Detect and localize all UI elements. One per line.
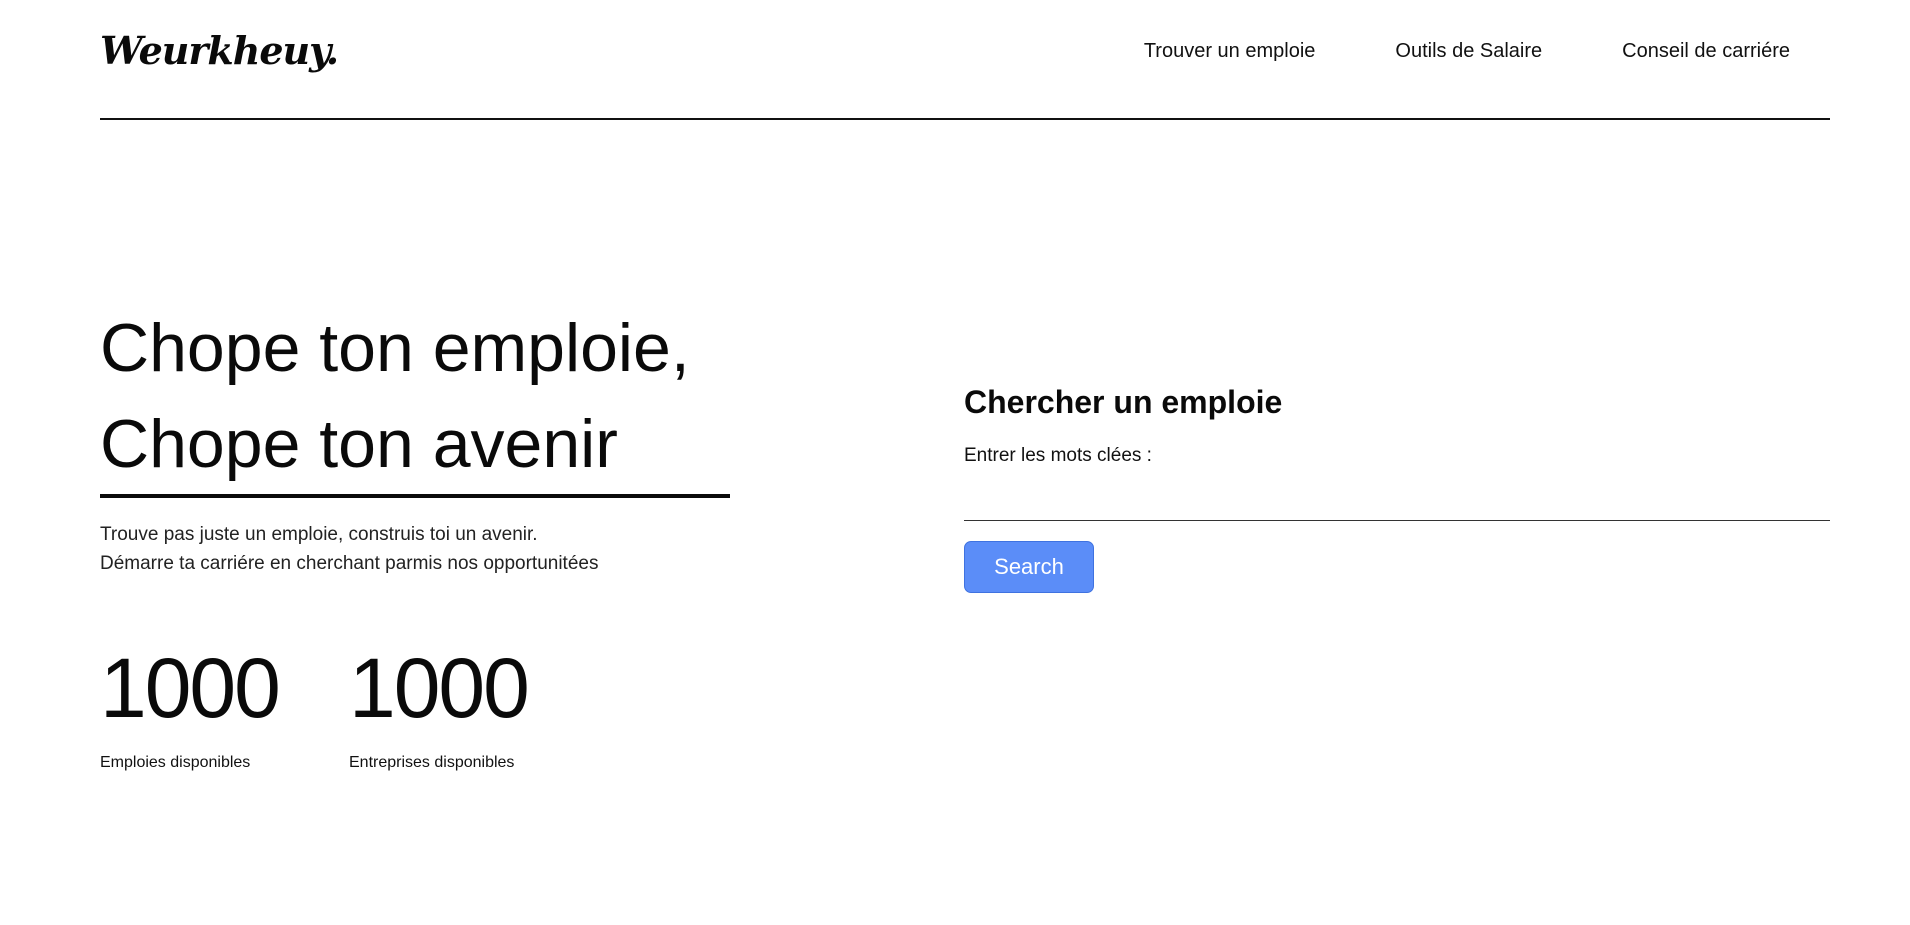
search-panel: Chercher un emploie Entrer les mots clée…: [964, 384, 1830, 593]
hero-subtitle-line-2: Démarre ta carriére en cherchant parmis …: [100, 553, 599, 574]
nav-link-trouver-emploie[interactable]: Trouver un emploie: [1144, 40, 1316, 63]
logo[interactable]: Weurkheuy.: [100, 28, 339, 73]
stat-entreprises: 1000 Entreprises disponibles: [349, 640, 530, 772]
hero-subtitle: Trouve pas juste un emploie, construis t…: [100, 520, 598, 578]
stat-value: 1000: [349, 641, 530, 735]
main-nav: Trouver un emploie Outils de Salaire Con…: [1144, 40, 1790, 63]
hero-underline: [100, 494, 730, 498]
hero-title-line-2: Chope ton avenir: [100, 406, 618, 482]
search-button[interactable]: Search: [964, 541, 1094, 593]
stat-label: Entreprises disponibles: [349, 754, 515, 771]
hero-subtitle-line-1: Trouve pas juste un emploie, construis t…: [100, 524, 538, 545]
stat-emploies: 1000 Emploies disponibles: [100, 640, 281, 772]
page: Weurkheuy. Trouver un emploie Outils de …: [0, 0, 1910, 925]
nav-link-conseil-carriere[interactable]: Conseil de carriére: [1622, 40, 1790, 63]
keywords-label: Entrer les mots clées :: [964, 445, 1152, 466]
site-header: Weurkheuy. Trouver un emploie Outils de …: [100, 0, 1830, 120]
hero-title-line-1: Chope ton emploie,: [100, 310, 690, 386]
stat-label: Emploies disponibles: [100, 754, 251, 771]
stat-value: 1000: [100, 641, 281, 735]
keywords-input[interactable]: [964, 475, 1830, 521]
nav-link-outils-salaire[interactable]: Outils de Salaire: [1395, 40, 1542, 63]
hero-title: Chope ton emploie, Chope ton avenir: [100, 300, 690, 492]
search-title: Chercher un emploie: [964, 384, 1283, 420]
